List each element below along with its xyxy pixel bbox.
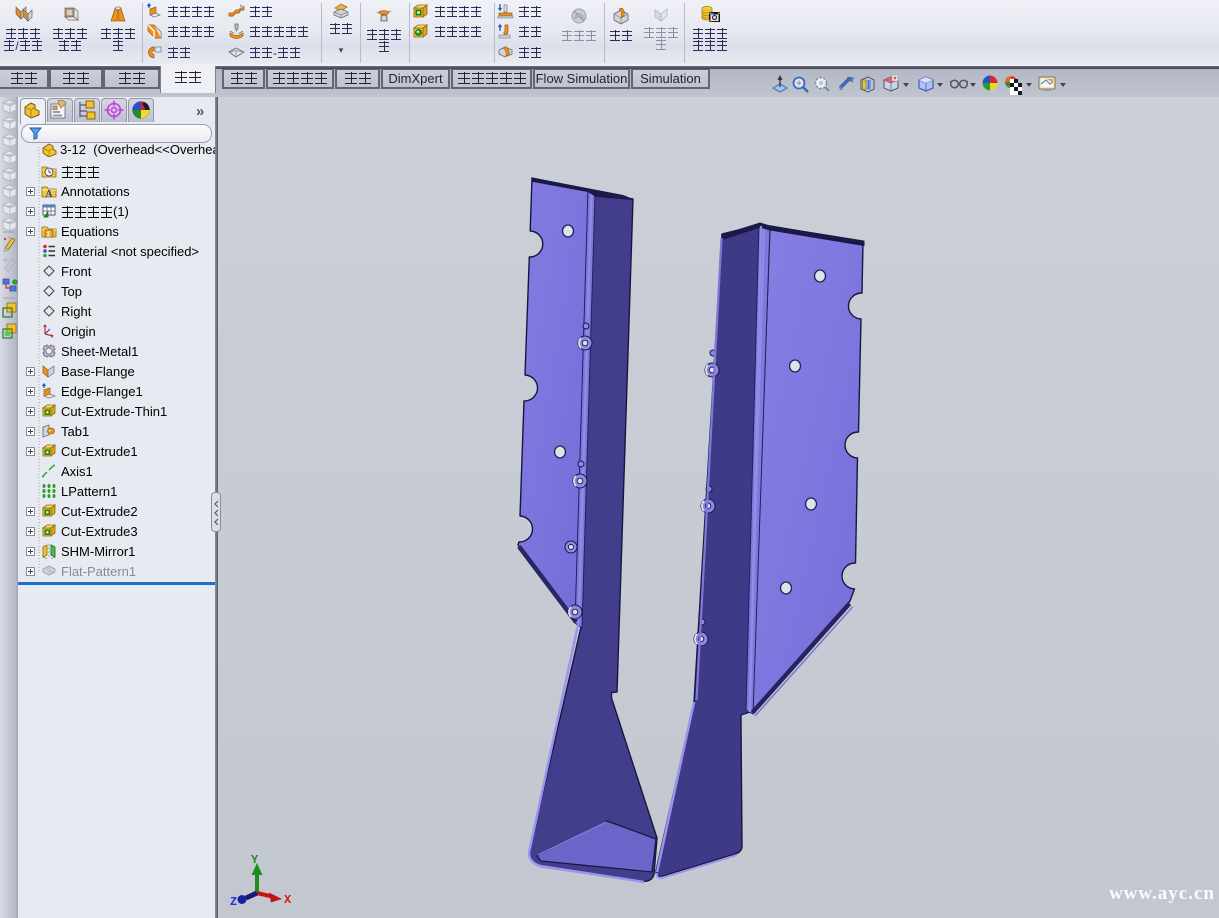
svg-text:A: A bbox=[46, 190, 53, 200]
svg-text:Σ: Σ bbox=[47, 229, 52, 238]
